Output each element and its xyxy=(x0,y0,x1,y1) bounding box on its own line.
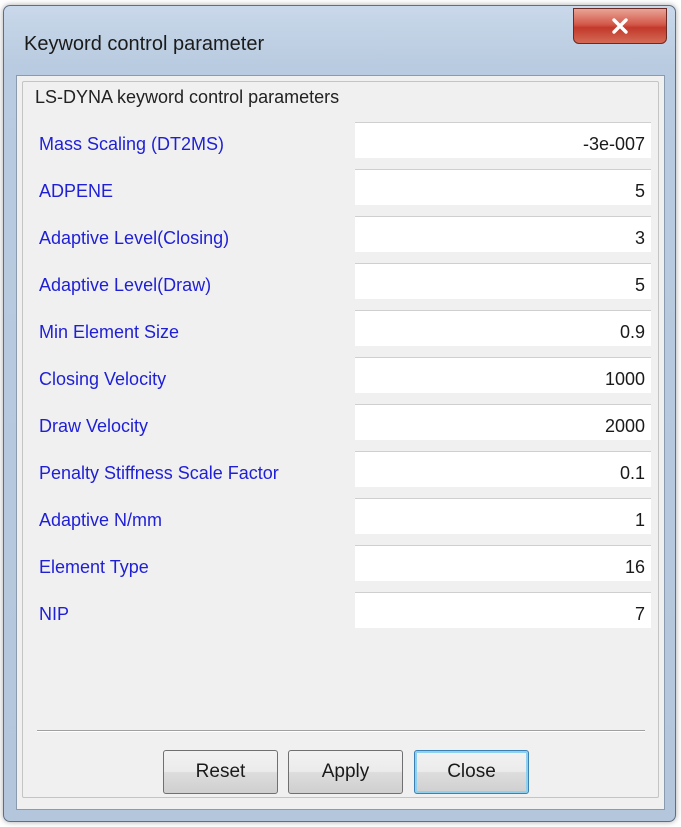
adaptive-level-closing-input[interactable] xyxy=(355,216,651,252)
close-icon xyxy=(610,17,630,35)
closing-velocity-input[interactable] xyxy=(355,357,651,393)
draw-velocity-input[interactable] xyxy=(355,404,651,440)
param-label: Adaptive N/mm xyxy=(39,510,163,530)
mass-scaling-input[interactable] xyxy=(355,122,651,158)
param-label: Element Type xyxy=(39,557,149,577)
nip-input[interactable] xyxy=(355,592,651,628)
apply-button[interactable]: Apply xyxy=(288,750,403,794)
param-label: Penalty Stiffness Scale Factor xyxy=(39,463,279,483)
param-label: Mass Scaling (DT2MS) xyxy=(39,134,225,154)
adaptive-n-mm-input[interactable] xyxy=(355,498,651,534)
param-label: Adaptive Level(Draw) xyxy=(39,275,212,295)
param-row-element-type: Element Type xyxy=(39,545,651,585)
param-label: Min Element Size xyxy=(39,322,180,342)
param-row-adaptive-level-closing: Adaptive Level(Closing) xyxy=(39,216,651,256)
reset-button[interactable]: Reset xyxy=(163,750,278,794)
parameters-group: LS-DYNA keyword control parameters Mass … xyxy=(22,81,659,798)
button-separator xyxy=(37,730,645,732)
param-row-nip: NIP xyxy=(39,592,651,632)
param-label: Adaptive Level(Closing) xyxy=(39,228,230,248)
param-row-min-element-size: Min Element Size xyxy=(39,310,651,350)
element-type-input[interactable] xyxy=(355,545,651,581)
penalty-stiffness-input[interactable] xyxy=(355,451,651,487)
adaptive-level-draw-input[interactable] xyxy=(355,263,651,299)
window-title: Keyword control parameter xyxy=(24,33,265,55)
group-title: LS-DYNA keyword control parameters xyxy=(33,87,342,108)
param-row-penalty-stiffness: Penalty Stiffness Scale Factor xyxy=(39,451,651,491)
min-element-size-input[interactable] xyxy=(355,310,651,346)
adpene-input[interactable] xyxy=(355,169,651,205)
param-row-adaptive-n-mm: Adaptive N/mm xyxy=(39,498,651,538)
window-close-button[interactable] xyxy=(573,8,667,44)
param-label: Draw Velocity xyxy=(39,416,149,436)
dialog-client-area: LS-DYNA keyword control parameters Mass … xyxy=(16,75,665,810)
dialog-window: Keyword control parameter LS-DYNA keywor… xyxy=(3,5,676,822)
param-row-mass-scaling: Mass Scaling (DT2MS) xyxy=(39,122,651,162)
close-button[interactable]: Close xyxy=(414,750,529,794)
param-row-adpene: ADPENE xyxy=(39,169,651,209)
param-label: Closing Velocity xyxy=(39,369,167,389)
param-row-closing-velocity: Closing Velocity xyxy=(39,357,651,397)
param-row-adaptive-level-draw: Adaptive Level(Draw) xyxy=(39,263,651,303)
param-label: ADPENE xyxy=(39,181,114,201)
param-label: NIP xyxy=(39,604,70,624)
param-row-draw-velocity: Draw Velocity xyxy=(39,404,651,444)
title-bar[interactable]: Keyword control parameter xyxy=(4,6,675,74)
